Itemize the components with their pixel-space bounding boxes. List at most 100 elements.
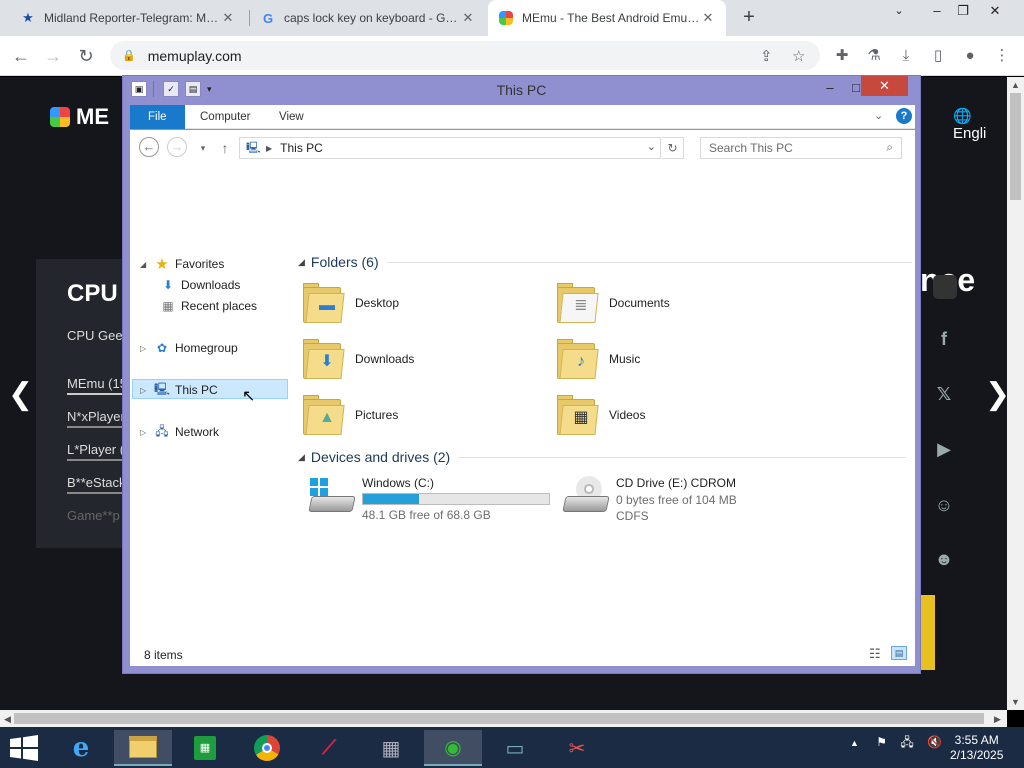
nav-homegroup[interactable]: ▷ ✿ Homegroup [140,338,238,358]
back-arrow-icon[interactable]: ← [9,44,33,68]
folder-downloads[interactable]: ⬇ Downloads [303,337,414,381]
address-bar[interactable]: 🔒 memuplay.com ⇪ ☆ [110,41,820,70]
collapse-icon[interactable]: ◢ [298,452,305,463]
share-icon[interactable]: ⇪ [760,47,773,65]
bookmark-star-icon[interactable]: ☆ [792,47,805,65]
expand-icon[interactable]: ▷ [140,344,154,353]
tab-title: MEmu - The Best Android Emulator [522,11,700,25]
action-center-flag-icon[interactable]: ⚑ [876,735,887,749]
ribbon-expand-icon[interactable]: ⌄ [874,109,883,122]
drive-c[interactable]: Windows (C:) 48.1 GB free of 68.8 GB [308,476,550,522]
extensions-icon[interactable]: ✚ [831,45,853,67]
new-tab-button[interactable]: + [738,6,760,28]
close-tab-icon[interactable]: ✕ [700,10,716,26]
vertical-scroll-thumb[interactable] [1010,93,1021,200]
network-tray-icon[interactable]: 🖧 [900,735,913,749]
folder-pictures[interactable]: ▲ Pictures [303,393,398,437]
address-dropdown-icon[interactable]: ⌄ [647,140,656,153]
windows-start-icon[interactable] [10,735,38,761]
side-panel-icon[interactable]: ▯ [927,45,949,67]
star-icon: ★ [155,256,169,273]
reddit-icon[interactable]: ☻ [933,549,955,571]
tab-midland[interactable]: ★ Midland Reporter-Telegram: Midland new… [10,0,246,36]
firewall-icon[interactable]: ▦ [362,730,420,766]
window-app-icon[interactable]: ▭ [486,730,544,766]
drive-e-space: 0 bytes free of 104 MB [616,493,737,507]
store-icon[interactable]: ▦ [176,730,234,766]
devices-group-header[interactable]: ◢ Devices and drives (2) [298,449,907,465]
tab-file[interactable]: File [130,105,185,129]
scroll-down-arrow-icon[interactable]: ▼ [1011,697,1020,707]
tab-google-search[interactable]: G caps lock key on keyboard - Google Sea… [250,0,486,36]
scroll-right-arrow-icon[interactable]: ▶ [994,714,1001,725]
chrome-icon[interactable] [238,730,296,766]
file-explorer-icon[interactable] [114,730,172,766]
reload-icon[interactable]: ↻ [74,44,98,68]
close-tab-icon[interactable]: ✕ [220,10,236,26]
lab-flask-icon[interactable]: ⚗ [863,45,885,67]
tab-memu[interactable]: MEmu - The Best Android Emulator ✕ [488,0,726,36]
download-icon[interactable]: ⤓ [895,45,917,67]
collapse-icon[interactable]: ◢ [140,260,154,269]
tab-search-chevron-icon[interactable]: ⌄ [884,0,914,30]
download-manager-icon[interactable]: ◉ [424,730,482,766]
close-browser-button[interactable]: ✕ [980,0,1010,30]
youtube-icon[interactable]: ▶ [933,439,955,461]
explorer-forward-icon[interactable]: → [167,137,187,157]
explorer-back-icon[interactable]: ← [139,137,159,157]
memu-logo[interactable]: ME [50,104,109,130]
search-icon[interactable]: ⌕ [886,140,893,155]
expand-icon[interactable]: ▷ [140,386,154,395]
documents-folder-icon: ≣ [557,281,599,325]
recent-locations-icon[interactable]: ▾ [192,137,214,159]
expand-icon[interactable]: ▷ [140,428,154,437]
snipping-tool-icon[interactable]: ✂ [548,730,606,766]
forward-arrow-icon[interactable]: → [41,44,65,68]
language-selector[interactable]: 🌐 Engli [953,107,1007,142]
carousel-next-icon[interactable]: ❯ [985,377,1007,412]
carousel-prev-icon[interactable]: ❮ [8,377,33,412]
help-icon[interactable]: ? [896,108,912,124]
nav-favorites[interactable]: ◢ ★ Favorites [140,254,224,274]
menu-kebab-icon[interactable]: ⋮ [991,45,1013,67]
social-icon-box[interactable] [933,275,957,299]
clock[interactable]: 3:55 AM 2/13/2025 [950,733,1003,763]
profile-avatar-icon[interactable]: ● [959,45,981,67]
minimize-explorer-button[interactable]: – [817,78,843,98]
up-arrow-icon[interactable]: ↑ [214,137,236,159]
close-explorer-button[interactable]: ✕ [861,76,908,96]
folder-desktop[interactable]: ▬ Desktop [303,281,399,325]
volume-muted-icon[interactable]: 🔇 [927,735,942,749]
details-view-icon[interactable]: ☷ [869,646,881,662]
folder-videos[interactable]: ▦ Videos [557,393,645,437]
nav-this-pc[interactable]: ▷ 🖳 This PC [140,380,218,400]
x-twitter-icon[interactable]: 𝕏 [933,384,955,406]
internet-explorer-icon[interactable]: e [52,730,110,766]
facebook-icon[interactable]: f [933,329,955,351]
collapse-icon[interactable]: ◢ [298,257,305,268]
nav-recent-places[interactable]: ▦ Recent places [160,296,257,316]
route-app-icon[interactable]: ⟋ [300,730,358,766]
item-count: 8 items [144,648,183,662]
folder-documents[interactable]: ≣ Documents [557,281,670,325]
refresh-icon[interactable]: ↻ [662,137,684,159]
search-input[interactable]: Search This PC ⌕ [700,137,902,159]
tab-view[interactable]: View [266,105,317,129]
nav-network[interactable]: ▷ 🖧 Network [140,422,219,442]
close-tab-icon[interactable]: ✕ [460,10,476,26]
explorer-address-bar[interactable]: 🖳 ▶ This PC ⌄ [239,137,661,159]
explorer-window: ▣ ✓ ▤ ▾ This PC – □ ✕ File Computer View… [122,75,921,674]
scroll-left-arrow-icon[interactable]: ◀ [4,714,11,725]
nav-downloads[interactable]: ⬇ Downloads [160,275,240,295]
restore-browser-button[interactable]: ❐ [948,0,978,30]
large-icons-view-icon[interactable]: ▤ [891,646,907,660]
folder-music[interactable]: ♪ Music [557,337,640,381]
horizontal-scroll-thumb[interactable] [14,713,984,724]
breadcrumb-this-pc[interactable]: This PC [280,141,323,155]
tab-computer[interactable]: Computer [187,105,264,129]
scroll-up-arrow-icon[interactable]: ▲ [1011,80,1020,90]
drive-e[interactable]: CD Drive (E:) CDROM 0 bytes free of 104 … [562,476,737,523]
discord-icon[interactable]: ☺ [933,495,955,517]
tray-expand-icon[interactable]: ▲ [850,738,859,748]
folders-group-header[interactable]: ◢ Folders (6) [298,254,912,270]
